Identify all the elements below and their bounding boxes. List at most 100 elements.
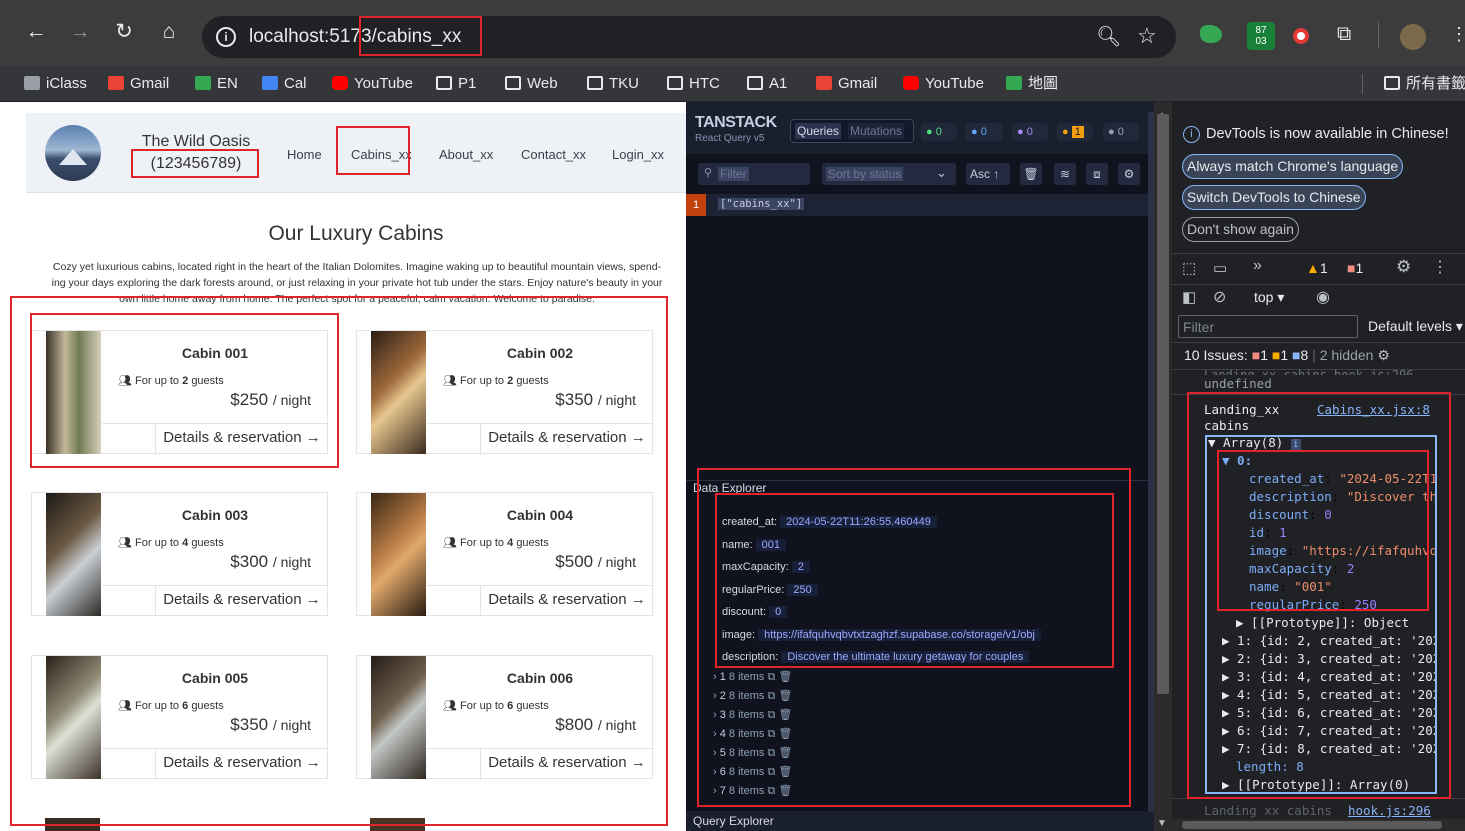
error-count[interactable]: ■1 [1347,260,1363,276]
back-icon[interactable]: ← [22,20,50,44]
trash-icon[interactable]: 🗑︎ [1020,163,1042,185]
bookmark-gmail[interactable]: Gmail [108,74,169,94]
highlight-brand-sub [131,149,259,178]
wifi-icon[interactable]: ≋ [1054,163,1076,185]
forward-icon[interactable]: → [66,20,94,44]
avatar[interactable] [1400,24,1426,50]
rq-logo[interactable]: TANSTACK [695,115,777,131]
url-host: localhost:5173 [249,26,372,47]
reload-icon[interactable]: ↻ [110,20,138,44]
bookmark-iclass[interactable]: iClass [24,74,87,94]
menu-dots-icon[interactable]: ⋮ [1450,24,1465,45]
bookmark-p1[interactable]: P1 [436,74,476,94]
sidebar-toggle-icon[interactable]: ◧ [1182,288,1196,306]
match-language-button[interactable]: Always match Chrome's language [1182,154,1404,179]
nav-login[interactable]: Login_xx [612,147,664,162]
nav-home[interactable]: Home [287,147,322,162]
status-inactive-count[interactable]: ● 0 [1103,123,1139,141]
scrollbar-thumb[interactable] [1182,821,1442,829]
gear-icon[interactable]: ⚙︎ [1396,257,1411,277]
dont-show-again-button[interactable]: Don't show again [1182,217,1299,242]
youtube-icon [332,76,348,90]
intro-line: ing your days exploring the dark forests… [51,277,663,289]
bookmark-maps[interactable]: 地圖 [1006,74,1058,94]
bookmark-web[interactable]: Web [505,74,558,94]
rq-sort-direction[interactable]: Asc ↑ [966,163,1010,185]
issue-error-icon: ■ [1251,347,1261,363]
log-levels-select[interactable]: Default levels ▾ [1368,318,1463,335]
bookmark-cal[interactable]: Cal [262,74,307,94]
count-value: 0 [1117,126,1124,138]
info-icon[interactable]: i [216,27,236,47]
query-explorer-bar[interactable]: › Query Explorer [686,811,1154,831]
inspect-icon[interactable]: ⬚ [1182,259,1196,277]
bookmark-gmail-2[interactable]: Gmail [816,74,877,94]
status-stale-count[interactable]: ● 1 [1057,123,1093,141]
kebab-menu-icon[interactable]: ⋮ [1432,257,1448,277]
panel-scrollbar[interactable]: ▲ ▼ [1154,102,1172,831]
tab-queries[interactable]: Queries [795,123,842,139]
search-icon: ⚲ [704,167,713,179]
gear-icon[interactable]: ⚙︎ [1377,347,1390,363]
bookmark-youtube[interactable]: YouTube [332,74,413,94]
rq-filter-input[interactable]: ⚲ Filter [698,163,810,185]
status-fresh-count[interactable]: ● 0 [921,123,957,141]
chevron-down-icon: ⌄ [936,165,947,180]
home-icon[interactable]: ⌂ [155,20,183,44]
logo[interactable] [45,125,101,181]
nav-contact[interactable]: Contact_xx [521,147,586,162]
bookmark-all[interactable]: 所有書籤 [1384,74,1465,94]
bookmark-tku[interactable]: TKU [587,74,639,94]
eye-icon[interactable]: ◉ [1316,287,1330,307]
issues-bar[interactable]: 10 Issues: ■1 ■1 ■8 | 2 hidden ⚙︎ [1184,347,1390,364]
zoom-icon[interactable]: 🔍︎ [1096,24,1121,49]
language-notice: DevTools is now available in Chinese! [1206,126,1449,142]
horizontal-scrollbar[interactable] [1172,819,1465,831]
count-value: 0 [1026,126,1033,138]
bookmark-htc[interactable]: HTC [667,74,720,94]
bookmark-label: TKU [609,75,639,92]
scrollbar-thumb[interactable] [1157,114,1169,694]
extension-evernote-icon[interactable] [1200,25,1222,43]
switch-language-button[interactable]: Switch DevTools to Chinese [1182,185,1366,210]
extensions-puzzle-icon[interactable]: ⧉ [1337,23,1351,46]
log-source-link[interactable]: hook.js:296 [1348,802,1431,820]
rq-sort-select[interactable]: Sort by status ⌄ [822,163,956,185]
query-explorer-title: Query Explorer [693,814,774,828]
warning-count[interactable]: ▲1 [1306,260,1328,276]
divider [1172,253,1465,254]
more-panels-icon[interactable]: » [1253,257,1262,275]
highlight-cabin-001 [30,313,339,468]
context-value: top [1254,289,1274,305]
folder-icon [505,76,521,90]
bookmark-a1[interactable]: A1 [747,74,787,94]
scroll-down-icon[interactable]: ▼ [1157,818,1167,829]
device-toolbar-icon[interactable]: ▭ [1213,259,1227,277]
status-paused-count[interactable]: ● 0 [1012,123,1048,141]
record-icon[interactable] [1293,28,1309,44]
sort-label: Sort by status [826,167,904,181]
toolbar-divider [1378,22,1379,48]
bookmark-star-icon[interactable]: ☆ [1137,23,1157,49]
tab-mutations[interactable]: Mutations [848,123,905,139]
query-row[interactable]: 1 ["cabins_xx"] [686,194,1154,216]
bookmark-youtube-2[interactable]: YouTube [903,74,984,94]
settings-icon[interactable]: ⚙︎ [1118,163,1140,185]
bookmark-en[interactable]: EN [195,74,238,94]
panel-icon[interactable]: ⧈ [1086,163,1108,185]
console-log-faded: Landing xx cabins [1204,803,1332,818]
evernote-icon [195,76,211,90]
status-fetching-count[interactable]: ● 0 [966,123,1002,141]
nav-about[interactable]: About_xx [439,147,493,162]
clear-console-icon[interactable]: ⊘ [1213,287,1226,307]
address-bar[interactable]: i localhost:5173/cabins_xx 🔍︎ ☆ [202,16,1176,58]
bookmark-label: 地圖 [1028,75,1059,92]
divider [1172,342,1465,343]
maps-icon [1006,76,1022,90]
folder-icon [667,76,683,90]
extension-badge[interactable]: 87 03 [1247,22,1275,50]
context-select[interactable]: top ▾ [1254,289,1284,306]
bookmark-label: Web [527,75,558,92]
bookmark-label: HTC [689,75,720,92]
console-filter-input[interactable]: Filter [1178,315,1358,338]
